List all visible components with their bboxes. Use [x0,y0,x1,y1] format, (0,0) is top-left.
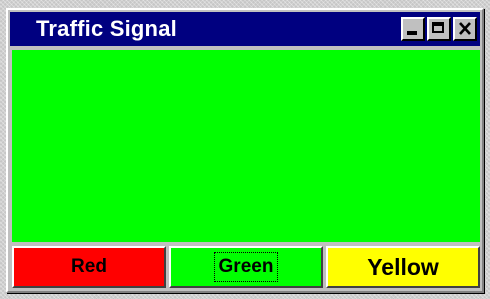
maximize-button[interactable] [427,17,451,41]
green-button-focus: Green [213,252,279,282]
green-button-label: Green [218,256,274,277]
red-button-label: Red [71,256,107,277]
traffic-signal-window: Traffic Signal Red Green Yellow [6,8,484,293]
window-title: Traffic Signal [36,16,177,41]
yellow-button-label: Yellow [367,253,439,280]
maximize-icon [432,22,444,33]
signal-display [12,50,480,242]
button-bar: Red Green Yellow [12,246,480,288]
minimize-icon [407,31,417,35]
minimize-button[interactable] [401,17,425,41]
close-icon [459,22,471,35]
red-button[interactable]: Red [12,246,166,288]
green-button[interactable]: Green [169,246,323,288]
close-button[interactable] [453,17,477,41]
title-bar[interactable]: Traffic Signal [10,12,480,46]
window-controls [401,17,477,41]
yellow-button[interactable]: Yellow [326,246,480,288]
